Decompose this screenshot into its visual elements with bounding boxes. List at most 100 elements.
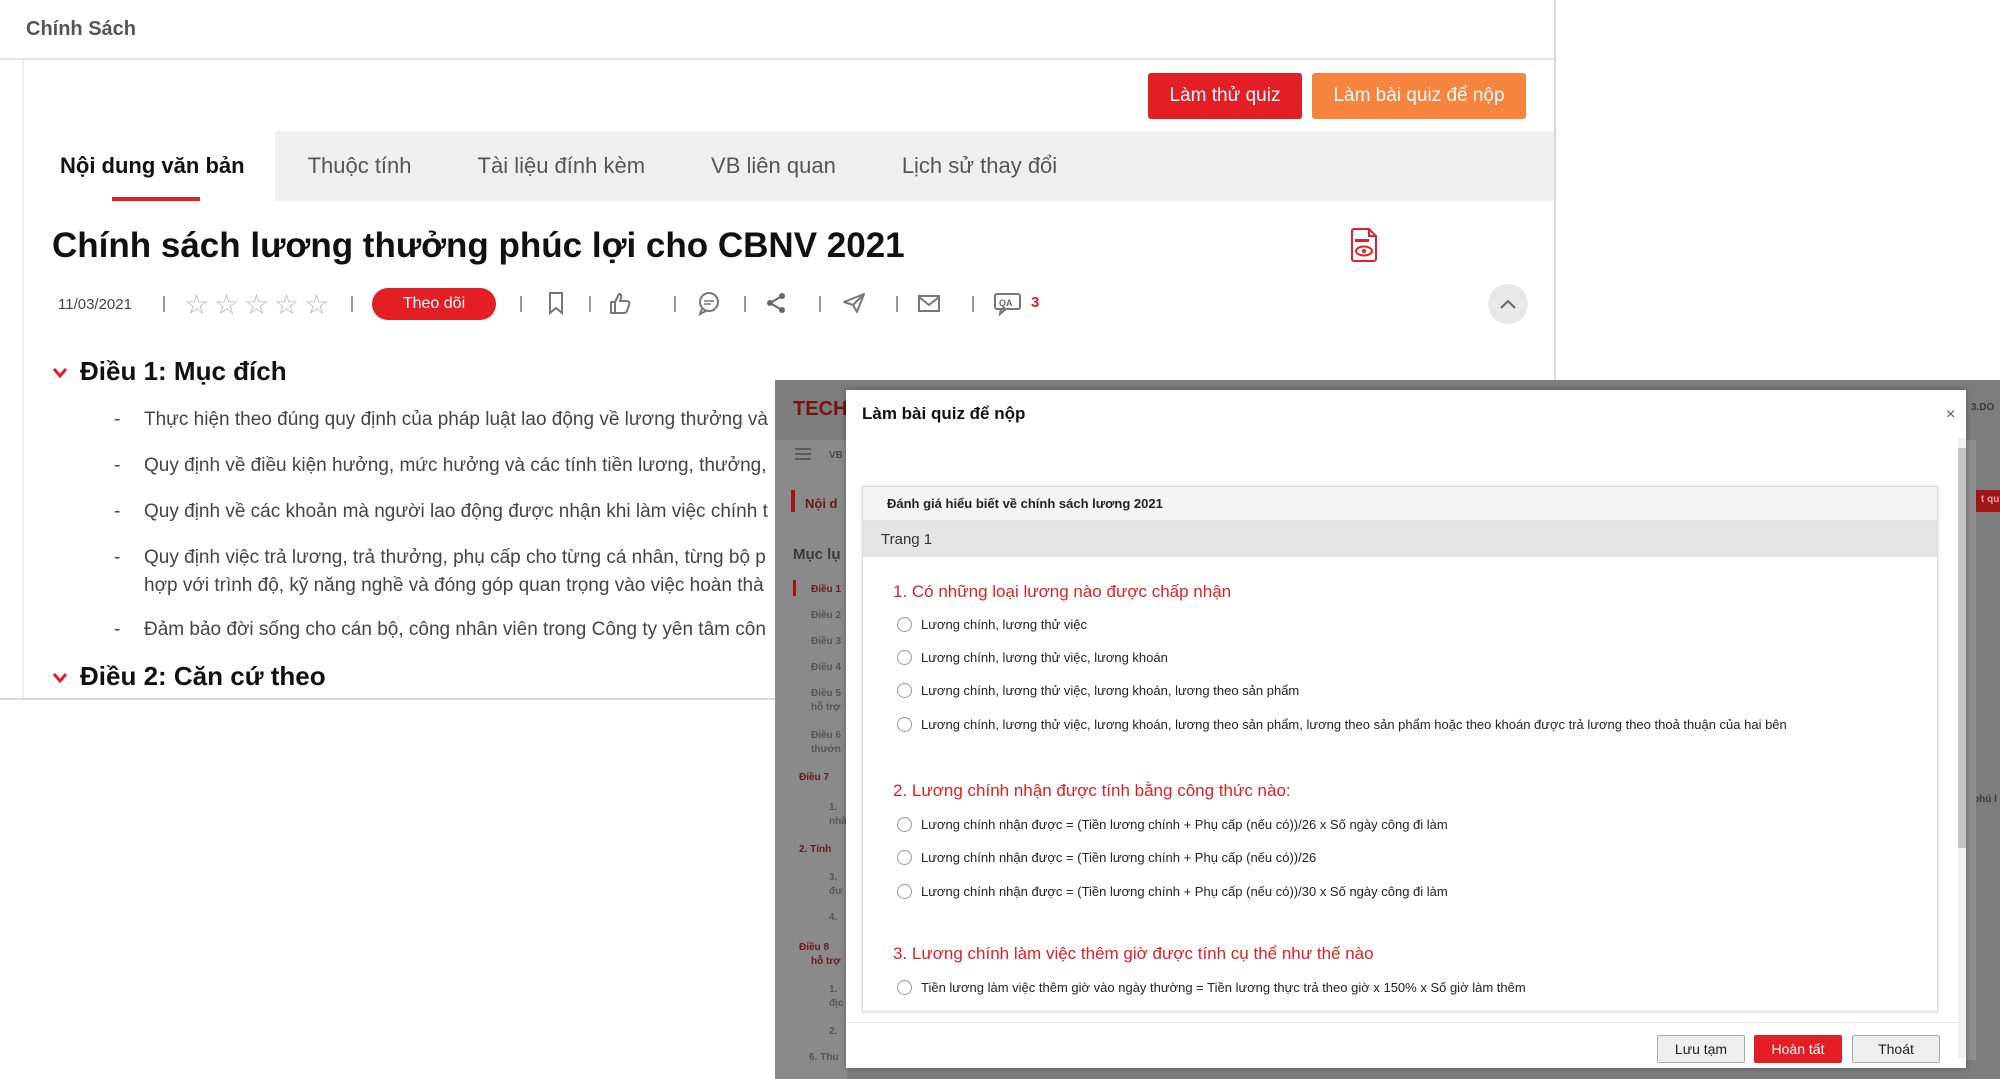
tab-related[interactable]: VB liên quan	[678, 131, 869, 201]
document-tabs: Nội dung văn bản Thuộc tính Tài liệu đín…	[30, 131, 1554, 201]
page-header-title: Chính Sách	[26, 17, 137, 40]
background-toc-item: 3.	[829, 872, 838, 883]
question-1-option-2[interactable]: Lương chính, lương thử việc, lương khoán	[897, 650, 1168, 665]
separator	[520, 296, 522, 312]
bookmark-icon[interactable]	[543, 290, 569, 316]
background-toc-item: hỗ trợ	[811, 956, 841, 967]
background-tab-fragment: VB	[829, 450, 843, 461]
background-toc-item: Điều 2	[811, 610, 842, 621]
radio-button[interactable]	[897, 683, 912, 698]
close-icon[interactable]: ×	[1946, 406, 1955, 424]
radio-button[interactable]	[897, 850, 912, 865]
radio-button[interactable]	[897, 980, 912, 995]
comment-icon[interactable]	[696, 290, 722, 316]
tab-history[interactable]: Lịch sử thay đổi	[869, 131, 1090, 201]
radio-button[interactable]	[897, 650, 912, 665]
quiz-title: Đánh giá hiểu biết về chính sách lương 2…	[863, 487, 1937, 521]
rating-star-3[interactable]: ☆	[244, 288, 269, 321]
document-date: 11/03/2021	[58, 296, 132, 313]
background-toc-item: 1.	[829, 984, 838, 995]
background-nav-marker	[791, 490, 795, 512]
background-doc-fragment: 3.DO	[1971, 402, 1995, 413]
question-2-title: 2. Lương chính nhận được tính bằng công …	[893, 781, 1291, 800]
rating-star-4[interactable]: ☆	[274, 288, 299, 321]
rating-star-5[interactable]: ☆	[304, 288, 329, 321]
modal-title: Làm bài quiz để nộp	[862, 404, 1026, 423]
separator	[744, 296, 746, 312]
modal-scrollbar[interactable]	[1958, 438, 1966, 1058]
exit-button[interactable]: Thoát	[1852, 1035, 1940, 1063]
background-toc-item: 6. Thu	[809, 1052, 839, 1063]
background-toc-item: 1.	[829, 802, 838, 813]
share-icon[interactable]	[763, 290, 789, 316]
background-toc-item: đư	[829, 886, 843, 897]
radio-button[interactable]	[897, 617, 912, 632]
qa-icon[interactable]: QA	[993, 290, 1023, 316]
question-1-option-3[interactable]: Lương chính, lương thử việc, lương khoán…	[897, 683, 1299, 698]
qa-count: 3	[1031, 294, 1040, 311]
background-toc-item: Điều 4	[811, 662, 842, 673]
question-1-option-1[interactable]: Lương chính, lương thử việc	[897, 617, 1087, 632]
submit-quiz-button[interactable]: Làm bài quiz để nộp	[1312, 73, 1526, 119]
separator	[896, 296, 898, 312]
mail-icon[interactable]	[916, 290, 942, 316]
separator	[351, 296, 353, 312]
quiz-modal: Làm bài quiz để nộp × Đánh giá hiểu biết…	[846, 390, 1966, 1068]
try-quiz-button[interactable]: Làm thử quiz	[1148, 73, 1302, 119]
section-1-title[interactable]: Điều 1: Mục đích	[52, 356, 287, 387]
background-toc-item: Điều 1	[811, 584, 842, 595]
background-toc-marker	[793, 580, 796, 596]
tab-attachments[interactable]: Tài liệu đính kèm	[445, 131, 679, 201]
like-icon[interactable]	[607, 290, 633, 316]
separator	[819, 296, 821, 312]
background-logo: TECH	[793, 398, 848, 420]
pdf-view-icon[interactable]	[1350, 228, 1378, 262]
quiz-form: Đánh giá hiểu biết về chính sách lương 2…	[862, 486, 1938, 1012]
rating-star-1[interactable]: ☆	[184, 288, 209, 321]
modal-footer: Lưu tạm Hoàn tất Thoát	[846, 1022, 1958, 1068]
tab-content[interactable]: Nội dung văn bản	[30, 131, 275, 201]
background-toc-item: 2.	[829, 1026, 838, 1037]
background-toc-item: 2. Tính	[799, 844, 832, 855]
chevron-down-icon	[52, 673, 68, 684]
separator	[674, 296, 676, 312]
tab-properties[interactable]: Thuộc tính	[275, 131, 445, 201]
background-nav-fragment: Nội d	[805, 496, 838, 511]
background-toc-item: Điều 3	[811, 636, 842, 647]
separator	[589, 296, 591, 312]
section-2-title-text: Điều 2: Căn cứ theo	[80, 661, 326, 691]
question-3-title: 3. Lương chính làm việc thêm giờ được tí…	[893, 944, 1374, 963]
background-toc-item: Điều 8	[799, 942, 830, 953]
question-1-title: 1. Có những loại lương nào được chấp nhậ…	[893, 582, 1232, 601]
quiz-page-label: Trang 1	[863, 521, 1937, 557]
separator	[972, 296, 974, 312]
rating-star-2[interactable]: ☆	[214, 288, 239, 321]
scrollbar-thumb[interactable]	[1958, 448, 1966, 848]
save-draft-button[interactable]: Lưu tạm	[1657, 1035, 1745, 1063]
chevron-down-icon	[52, 368, 68, 379]
send-icon[interactable]	[841, 290, 867, 316]
finish-button[interactable]: Hoàn tất	[1754, 1035, 1842, 1063]
page-header: Chính Sách	[0, 0, 1554, 60]
background-toc-item: Điều 7	[799, 772, 830, 783]
chevron-up-icon	[1500, 299, 1516, 309]
question-1-option-4[interactable]: Lương chính, lương thử việc, lương khoán…	[897, 717, 1787, 732]
question-2-option-2[interactable]: Lương chính nhận được = (Tiền lương chín…	[897, 850, 1316, 865]
question-2-option-3[interactable]: Lương chính nhận được = (Tiền lương chín…	[897, 884, 1448, 899]
background-toc-item: thưởn	[811, 744, 841, 755]
question-2-option-1[interactable]: Lương chính nhận được = (Tiền lương chín…	[897, 817, 1448, 832]
follow-button[interactable]: Theo dõi	[372, 288, 496, 320]
collapse-button[interactable]	[1488, 284, 1528, 324]
question-3-option-1[interactable]: Tiền lương làm việc thêm giờ vào ngày th…	[897, 980, 1526, 995]
document-title: Chính sách lương thưởng phúc lợi cho CBN…	[52, 226, 905, 265]
background-quiz-fragment: t qu	[1981, 494, 2000, 505]
radio-button[interactable]	[897, 717, 912, 732]
radio-button[interactable]	[897, 817, 912, 832]
background-text-fragment: phú l	[1973, 794, 1997, 805]
background-toc-item: hỗ trợ	[811, 702, 841, 713]
separator	[163, 296, 165, 312]
radio-button[interactable]	[897, 884, 912, 899]
section-2-title[interactable]: Điều 2: Căn cứ theo	[52, 661, 326, 692]
background-toc-title: Mục lụ	[793, 546, 841, 563]
document-meta-row: 11/03/2021 ☆ ☆ ☆ ☆ ☆ Theo dõi QA 3	[58, 284, 1538, 324]
